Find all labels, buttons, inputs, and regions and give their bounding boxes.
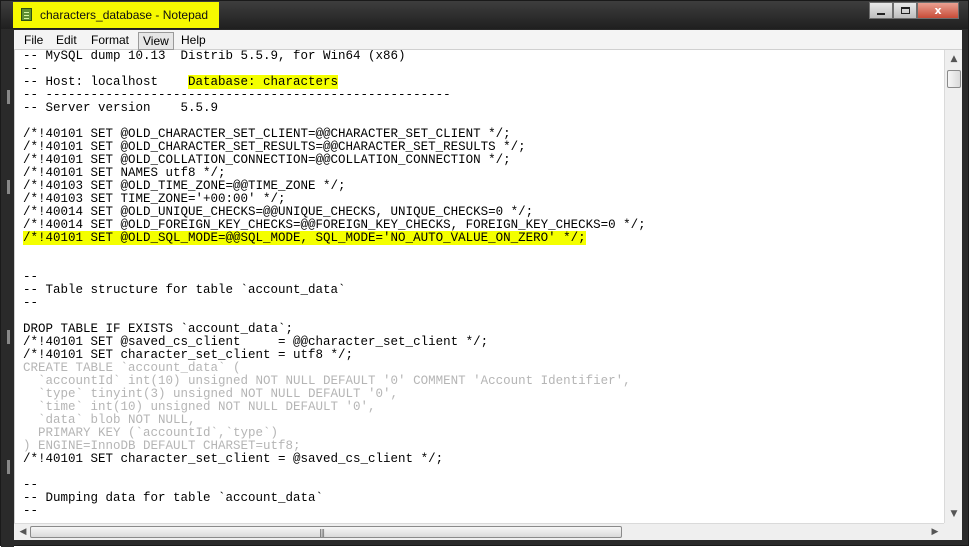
menu-bar: File Edit Format View Help: [14, 30, 962, 50]
horizontal-scrollbar[interactable]: ◀ ||| ▶: [14, 523, 944, 540]
text-line: --: [23, 504, 39, 518]
vertical-scroll-thumb[interactable]: [947, 70, 961, 88]
strip-mark: [7, 330, 10, 344]
menu-view[interactable]: View: [138, 32, 174, 50]
close-button[interactable]: x: [917, 2, 959, 19]
strip-mark: [7, 460, 10, 474]
maximize-button[interactable]: [893, 2, 917, 19]
text-line: [23, 245, 646, 258]
text-line: -- MySQL dump 10.13 Distrib 5.5.9, for W…: [23, 50, 406, 63]
notepad-window: characters_database - Notepad x File Edi…: [0, 0, 969, 547]
minimize-icon: [877, 13, 885, 15]
text-line: [23, 258, 646, 271]
highlighted-text: /*!40101 SET @OLD_SQL_MODE=@@SQL_MODE, S…: [23, 231, 586, 245]
strip-mark: [7, 90, 10, 104]
window-controls: x: [869, 2, 959, 19]
scroll-left-icon[interactable]: ◀: [17, 526, 29, 538]
vertical-scrollbar[interactable]: ▲ ▼: [944, 50, 962, 523]
text-editor[interactable]: -- MySQL dump 10.13 Distrib 5.5.9, for W…: [14, 50, 945, 523]
menu-format[interactable]: Format: [87, 32, 133, 48]
scroll-down-icon[interactable]: ▼: [948, 508, 960, 520]
text-line: [23, 466, 646, 479]
maximize-icon: [901, 7, 910, 14]
text-line: -- Dumping data for table `account_data`: [23, 491, 324, 505]
text-line: -- Table structure for table `account_da…: [23, 283, 346, 297]
window-title: characters_database - Notepad: [40, 8, 209, 22]
strip-mark: [7, 180, 10, 194]
notepad-icon: [21, 8, 32, 21]
text-line: /*!40101 SET @OLD_SQL_MODE=@@SQL_MODE, S…: [23, 231, 646, 245]
text-line: -- Server version 5.5.9: [23, 101, 219, 115]
menu-edit[interactable]: Edit: [52, 32, 81, 48]
horizontal-scroll-thumb[interactable]: |||: [30, 526, 622, 538]
scroll-right-icon[interactable]: ▶: [929, 526, 941, 538]
text-line: --: [23, 296, 39, 310]
title-bar[interactable]: characters_database - Notepad x: [1, 1, 968, 29]
scrollbar-corner: [944, 523, 962, 540]
grip-icon: |||: [319, 528, 325, 537]
minimize-button[interactable]: [869, 2, 893, 19]
left-window-strip: [1, 30, 14, 547]
menu-help[interactable]: Help: [177, 32, 210, 48]
menu-file[interactable]: File: [20, 32, 47, 48]
close-icon: x: [934, 4, 942, 17]
highlighted-text: Database: characters: [188, 75, 339, 89]
document-text[interactable]: -- MySQL dump 10.13 Distrib 5.5.9, for W…: [23, 50, 646, 518]
scroll-up-icon[interactable]: ▲: [948, 53, 960, 65]
text-line: /*!40101 SET character_set_client = @sav…: [23, 452, 444, 466]
